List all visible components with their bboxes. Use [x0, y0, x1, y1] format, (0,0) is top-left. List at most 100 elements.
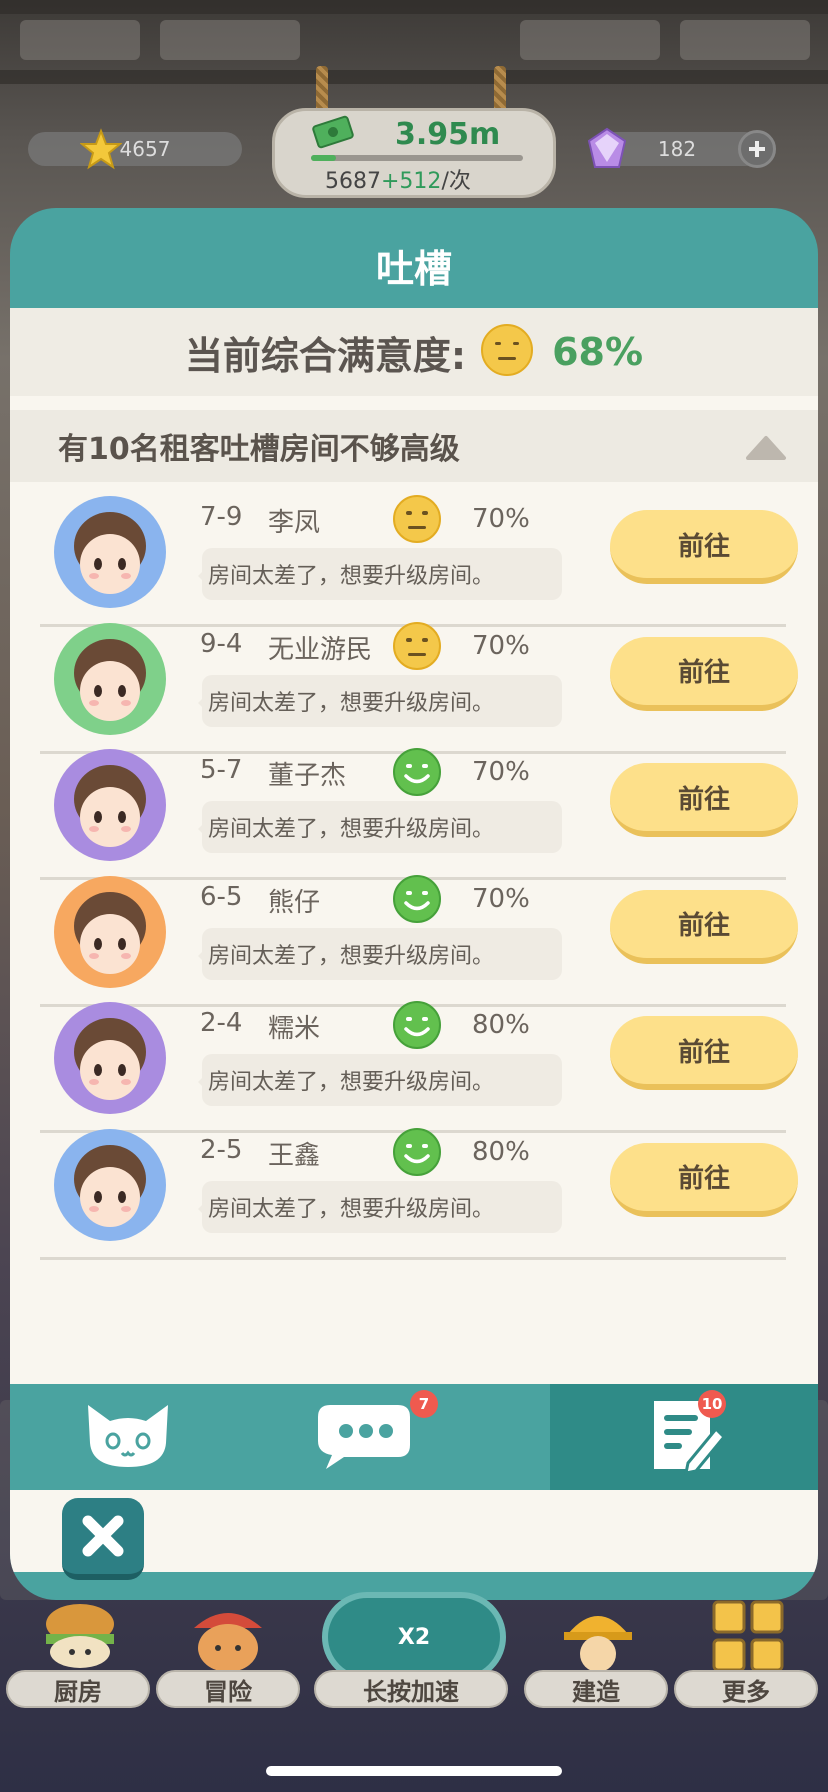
- tenant-row: 2-4 糯米 80% 房间太差了，想要升级房间。 前往: [40, 988, 798, 1133]
- tenant-row: 6-5 熊仔 70% 房间太差了，想要升级房间。 前往: [40, 862, 798, 1007]
- complaint-bubble: 房间太差了，想要升级房间。: [198, 674, 562, 727]
- close-button[interactable]: [62, 1498, 144, 1580]
- go-button[interactable]: 前往: [610, 510, 798, 584]
- tenant-name: 董子杰: [268, 761, 347, 791]
- tenant-avatar: [54, 622, 166, 735]
- money-value: 3.95m: [395, 117, 501, 152]
- nav-speed-up[interactable]: 长按加速: [314, 1670, 508, 1708]
- tenant-avatar: [54, 496, 166, 608]
- neutral-face-icon: [392, 494, 442, 548]
- speed-multiplier: X2: [397, 1624, 431, 1650]
- happy-face-icon: [392, 1000, 442, 1054]
- go-button[interactable]: 前往: [610, 1016, 798, 1090]
- tenant-room: 2-5: [200, 1134, 243, 1165]
- money-progress-bar: [311, 155, 523, 161]
- tenant-row: 2-5 王鑫 80% 房间太差了，想要升级房间。 前往: [40, 1115, 798, 1260]
- chat-icon: [314, 1399, 414, 1475]
- sign-rope-right: [494, 66, 506, 112]
- nav-build[interactable]: 建造: [524, 1670, 668, 1708]
- tenant-room: 2-4: [200, 1008, 243, 1038]
- neutral-face-icon: [480, 323, 534, 381]
- tenant-row: 9-4 无业游民 70% 房间太差了，想要升级房间。 前往: [40, 609, 798, 754]
- tenant-avatar: [54, 749, 166, 861]
- speed-clock-icon[interactable]: X2: [322, 1592, 506, 1682]
- complaint-bubble: 房间太差了，想要升级房间。: [198, 927, 562, 980]
- go-button[interactable]: 前往: [610, 636, 798, 711]
- satisfaction-percent: 68%: [552, 330, 644, 374]
- messages-badge: 7: [410, 1390, 438, 1418]
- gems-value: 182: [657, 137, 697, 161]
- tenant-avatar: [54, 875, 166, 988]
- sign-rope-left: [316, 66, 328, 112]
- complaint-bubble: 房间太差了，想要升级房间。: [198, 801, 562, 853]
- tenant-name: 熊仔: [268, 887, 321, 918]
- builder-helmet-icon: [558, 1600, 638, 1672]
- tenant-row: 5-7 董子杰 70% 房间太差了，想要升级房间。 前往: [40, 735, 798, 880]
- tenant-row: 7-9 李凤 70% 房间太差了，想要升级房间。 前往: [40, 482, 798, 627]
- star-icon: [80, 128, 122, 170]
- close-icon: [82, 1515, 124, 1557]
- complaint-text: 房间太差了，想要升级房间。: [208, 943, 495, 969]
- happy-face-icon: [392, 747, 442, 801]
- tenant-satisfaction: 70%: [472, 757, 530, 787]
- complaint-text: 房间太差了，想要升级房间。: [208, 817, 495, 842]
- complaint-section-header[interactable]: 有10名租客吐槽房间不够高级: [10, 410, 818, 482]
- money-progress-fill: [311, 155, 337, 161]
- complaint-text: 房间太差了，想要升级房间。: [208, 564, 495, 589]
- stars-value: 4657: [119, 137, 171, 161]
- complaint-text: 房间太差了，想要升级房间。: [208, 1070, 495, 1095]
- go-button[interactable]: 前往: [610, 1142, 798, 1217]
- go-button[interactable]: 前往: [610, 763, 798, 837]
- tenant-room: 7-9: [200, 502, 243, 532]
- cat-icon: [80, 1399, 176, 1475]
- tenant-room: 6-5: [200, 881, 243, 912]
- complaint-bubble: 房间太差了，想要升级房间。: [198, 548, 562, 600]
- tab-complaints[interactable]: 10: [550, 1384, 818, 1490]
- tenant-satisfaction: 70%: [472, 883, 530, 914]
- nav-adventure[interactable]: 冒险: [156, 1670, 300, 1708]
- section-title: 有10名租客吐槽房间不够高级: [58, 432, 460, 467]
- complaint-text: 房间太差了，想要升级房间。: [208, 1196, 495, 1222]
- tenant-room: 9-4: [200, 628, 243, 659]
- complaint-text: 房间太差了，想要升级房间。: [208, 690, 495, 716]
- nav-more[interactable]: 更多: [674, 1670, 818, 1708]
- happy-face-icon: [392, 1127, 442, 1181]
- income-rate: 5687+512/次: [325, 169, 471, 194]
- add-gems-button[interactable]: [738, 130, 776, 168]
- complaints-badge: 10: [698, 1390, 726, 1418]
- row-divider: [40, 1256, 786, 1260]
- tenant-name: 无业游民: [268, 634, 373, 665]
- tenant-avatar: [54, 1128, 166, 1241]
- home-indicator[interactable]: [266, 1766, 562, 1776]
- tenant-satisfaction: 80%: [472, 1010, 530, 1040]
- tenant-name: 王鑫: [268, 1140, 321, 1171]
- tab-messages[interactable]: 7: [246, 1384, 482, 1490]
- gem-icon: [584, 126, 630, 172]
- stars-counter: 4657: [28, 132, 242, 166]
- tab-tenants[interactable]: [10, 1384, 246, 1490]
- adventure-cat-icon: [186, 1598, 270, 1674]
- dialog-title: 吐槽: [375, 247, 452, 291]
- cash-icon: [311, 113, 355, 153]
- plus-icon: [749, 141, 765, 157]
- satisfaction-label: 当前综合满意度:: [184, 333, 467, 378]
- tenant-name: 李凤: [268, 508, 321, 538]
- dialog-tab-bar: 7 10: [10, 1384, 818, 1490]
- nav-kitchen[interactable]: 厨房: [6, 1670, 150, 1708]
- tenant-satisfaction: 80%: [472, 1136, 530, 1167]
- complaint-bubble: 房间太差了，想要升级房间。: [198, 1054, 562, 1106]
- complaint-bubble: 房间太差了，想要升级房间。: [198, 1180, 562, 1233]
- tenant-avatar: [54, 1002, 166, 1114]
- tenant-satisfaction: 70%: [472, 630, 530, 661]
- burger-chef-icon: [40, 1600, 120, 1672]
- tenant-satisfaction: 70%: [472, 504, 530, 534]
- collapse-triangle-icon[interactable]: [744, 432, 788, 466]
- happy-face-icon: [392, 874, 442, 928]
- complaints-dialog: 吐槽 当前综合满意度: 68% 有10名租客吐槽房间不够高级 7-9 李凤 70% 房…: [10, 208, 818, 1600]
- money-board: 3.95m 5687+512/次: [272, 108, 556, 198]
- tenant-room: 5-7: [200, 755, 243, 785]
- overall-satisfaction-bar: 当前综合满意度: 68%: [10, 308, 818, 396]
- more-grid-icon: [710, 1598, 786, 1674]
- neutral-face-icon: [392, 621, 442, 675]
- go-button[interactable]: 前往: [610, 889, 798, 964]
